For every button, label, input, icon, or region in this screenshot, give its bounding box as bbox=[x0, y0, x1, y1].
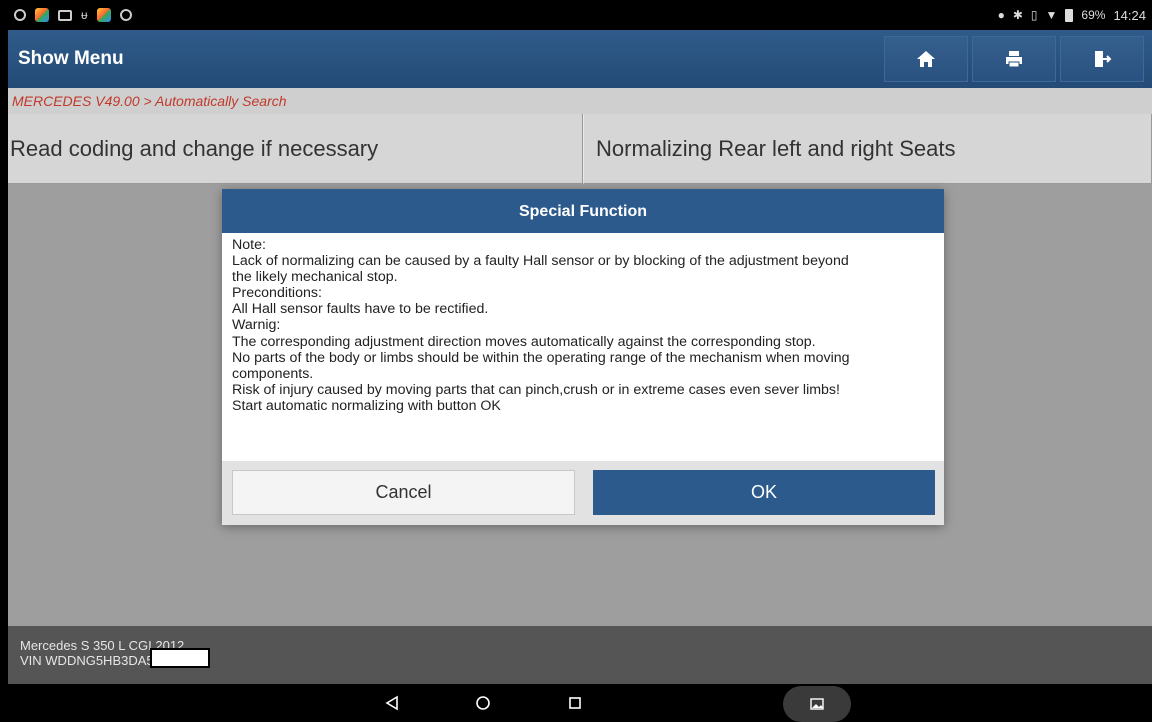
home-button[interactable] bbox=[884, 36, 968, 82]
redaction-box bbox=[149, 647, 210, 668]
dialog-line: All Hall sensor faults have to be rectif… bbox=[232, 301, 489, 318]
dialog-line: Warnig: bbox=[232, 317, 281, 334]
home-icon bbox=[917, 51, 935, 67]
dialog-title: Special Function bbox=[222, 189, 944, 233]
dialog-line: Note: bbox=[232, 237, 266, 253]
battery-icon bbox=[1065, 8, 1074, 22]
print-button[interactable] bbox=[972, 36, 1056, 82]
app-launcher-icon bbox=[96, 8, 111, 22]
gallery-icon bbox=[810, 698, 824, 710]
status-bar: ᵾ ● ✱ ▯ ▼ 69% 14:24 bbox=[0, 0, 1152, 30]
bluetooth-icon: ✱ bbox=[1012, 8, 1023, 22]
dialog-line: Preconditions: bbox=[232, 285, 322, 302]
breadcrumb: MERCEDES V49.00 > Automatically Search bbox=[8, 88, 1152, 114]
clock: 14:24 bbox=[1113, 7, 1146, 23]
status-left-icons: ᵾ bbox=[14, 8, 132, 22]
header-toolbar bbox=[880, 30, 1152, 88]
gallery-button[interactable] bbox=[783, 686, 851, 722]
home-circle-icon bbox=[476, 696, 490, 710]
timer-icon bbox=[14, 9, 26, 21]
exit-icon bbox=[1095, 51, 1112, 67]
dialog-line: the likely mechanical stop. bbox=[232, 269, 398, 286]
search-icon bbox=[119, 9, 132, 21]
exit-button[interactable] bbox=[1060, 36, 1144, 82]
vehicle-info-footer: Mercedes S 350 L CGI 2012 VIN WDDNG5HB3D… bbox=[8, 626, 1152, 684]
dialog-line: The corresponding adjustment direction m… bbox=[232, 333, 816, 350]
android-nav-bar bbox=[0, 684, 1152, 722]
dialog-message: Note: Lack of normalizing can be caused … bbox=[222, 233, 944, 461]
home-nav-button[interactable] bbox=[463, 684, 503, 722]
vin-line: VIN WDDNG5HB3DA5 bbox=[20, 647, 1152, 668]
print-icon bbox=[1006, 51, 1022, 68]
page-title: Show Menu bbox=[18, 48, 124, 69]
ok-button[interactable]: OK bbox=[593, 470, 935, 515]
battery-percent: 69% bbox=[1081, 8, 1106, 22]
location-icon: ● bbox=[997, 8, 1005, 22]
dialog-line: Risk of injury caused by moving parts th… bbox=[232, 381, 840, 398]
menu-item-read-coding[interactable]: Read coding and change if necessary bbox=[8, 114, 583, 184]
status-right-icons: ● ✱ ▯ ▼ 69% 14:24 bbox=[998, 8, 1146, 23]
tablet-screen: ᵾ ● ✱ ▯ ▼ 69% 14:24 Show Menu MERCEDES V… bbox=[0, 0, 1152, 722]
recents-button[interactable] bbox=[555, 684, 595, 722]
back-button[interactable] bbox=[372, 684, 412, 722]
menu-item-normalizing-seats[interactable]: Normalizing Rear left and right Seats bbox=[583, 114, 1152, 184]
dialog-line: Lack of normalizing can be caused by a f… bbox=[232, 253, 849, 270]
recents-icon bbox=[569, 697, 581, 709]
app-header: Show Menu bbox=[8, 30, 1152, 88]
vibrate-icon: ▯ bbox=[1030, 8, 1038, 22]
screenshot-icon bbox=[58, 9, 72, 21]
vin-number: VIN WDDNG5HB3DA5 bbox=[20, 653, 154, 668]
dialog-line: No parts of the body or limbs should be … bbox=[232, 349, 850, 366]
dialog-actions: Cancel OK bbox=[222, 461, 944, 525]
cancel-button[interactable]: Cancel bbox=[232, 470, 575, 515]
special-function-dialog: Special Function Note: Lack of normalizi… bbox=[222, 189, 944, 525]
app-launcher-icon bbox=[35, 8, 49, 22]
dialog-line: components. bbox=[232, 365, 314, 382]
back-icon bbox=[385, 695, 398, 711]
dialog-line: Start automatic normalizing with button … bbox=[232, 397, 501, 414]
usb-icon: ᵾ bbox=[81, 8, 88, 22]
menu-list: Read coding and change if necessary Norm… bbox=[8, 114, 1152, 184]
wifi-icon: ▼ bbox=[1045, 8, 1058, 22]
